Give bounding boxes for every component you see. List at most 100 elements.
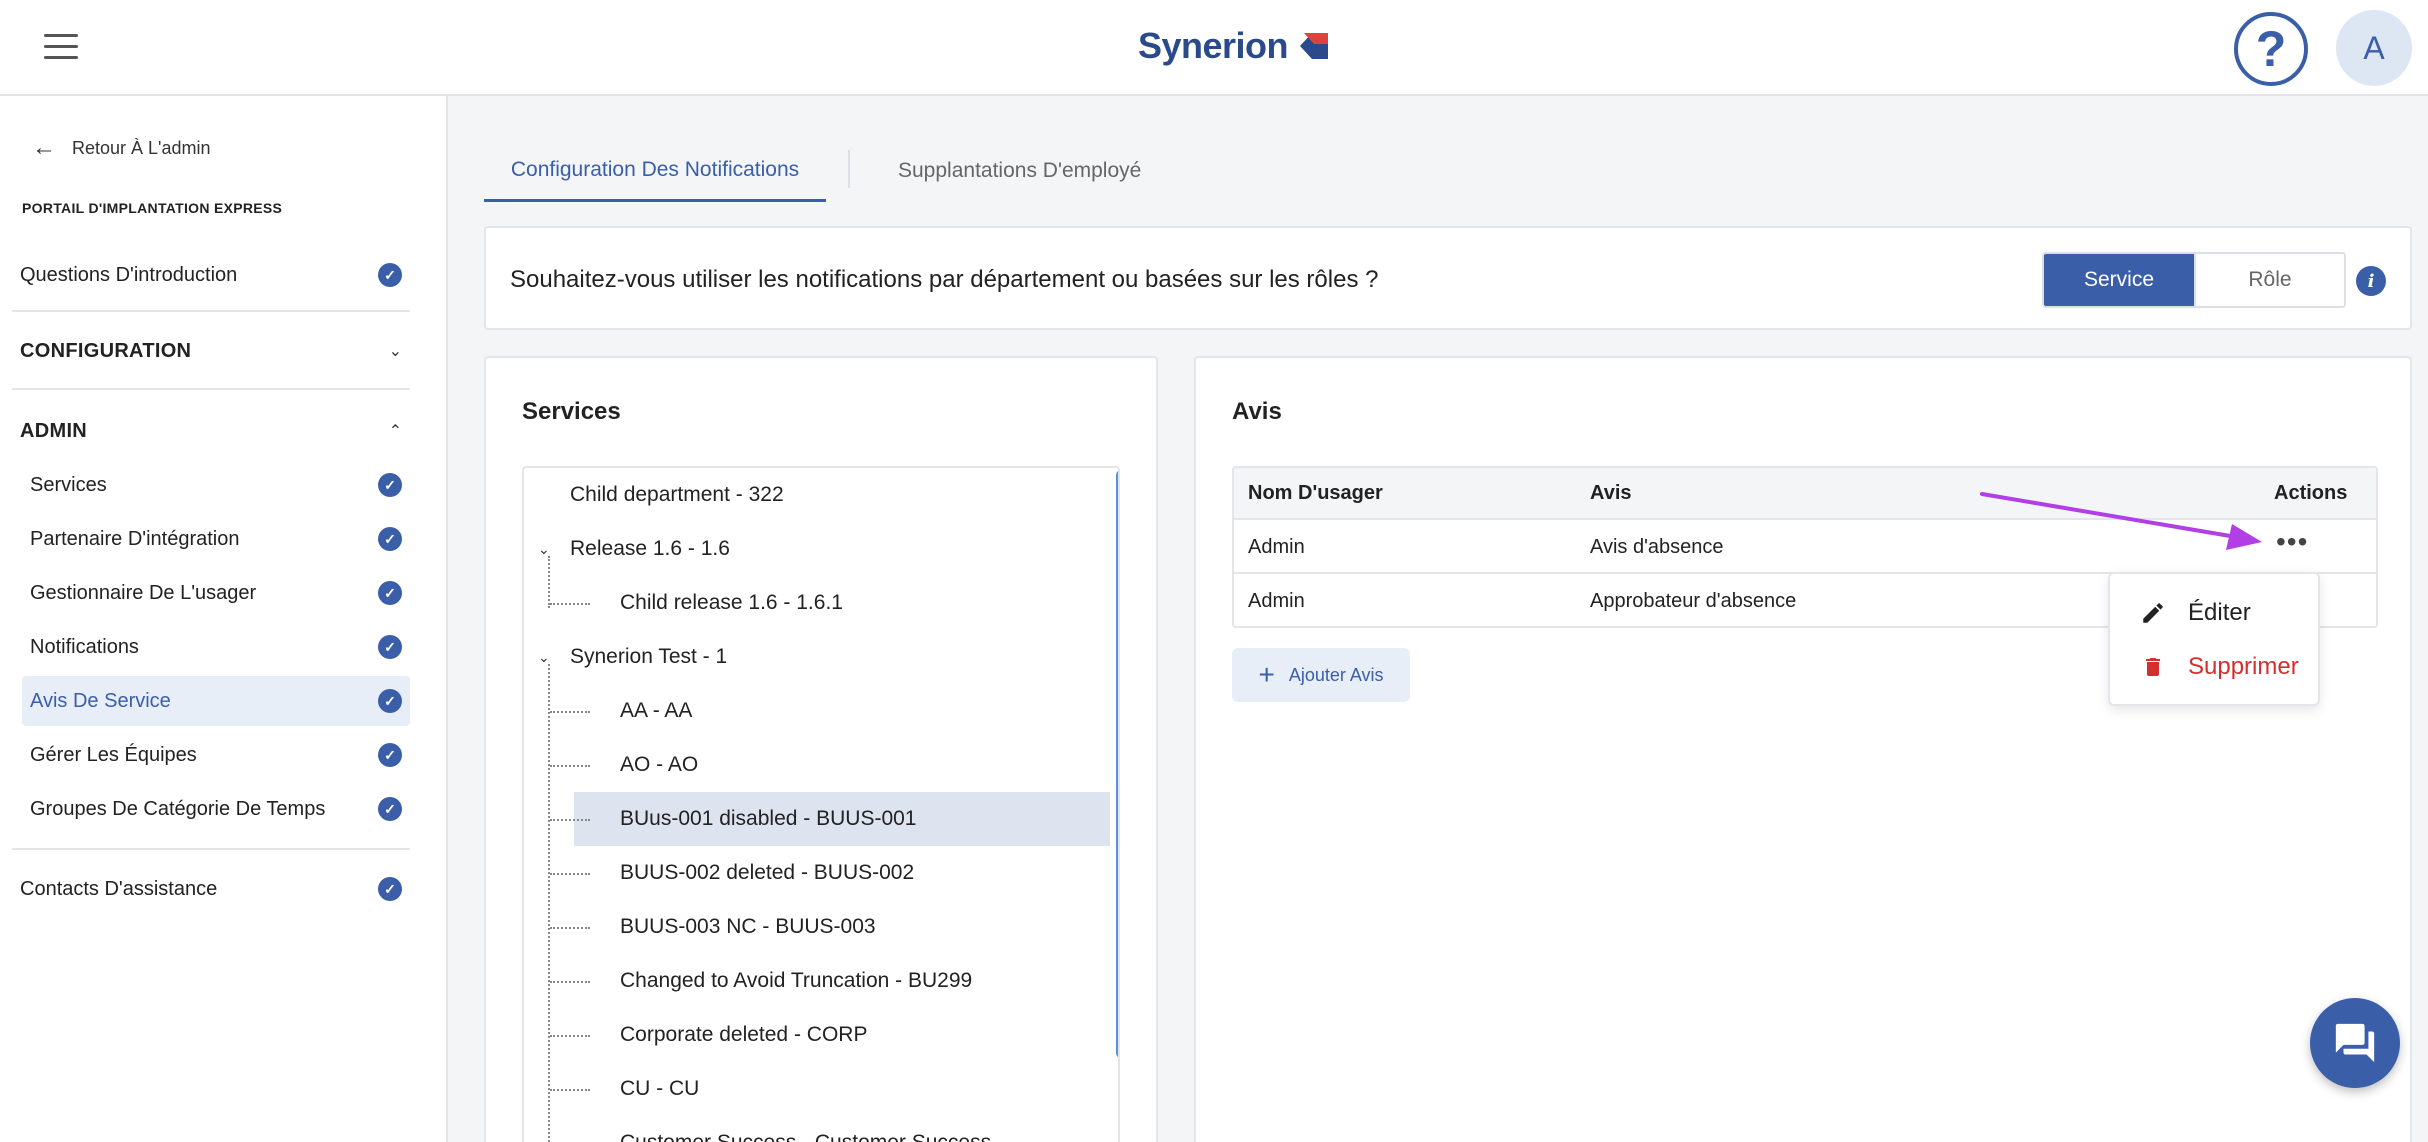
sidebar: ← Retour À L'admin PORTAIL D'IMPLANTATIO…	[0, 96, 448, 1142]
delete-menu-item[interactable]: Supprimer	[2110, 640, 2318, 694]
tree-connector	[550, 711, 590, 713]
info-icon[interactable]: i	[2356, 266, 2386, 296]
tree-item-label: Customer Success - Customer Success	[620, 1131, 991, 1142]
sidebar-item-user-manager[interactable]: Gestionnaire De L'usager ✓	[22, 568, 410, 618]
tree-item-label: Child department - 322	[570, 483, 784, 506]
chevron-up-icon: ⌃	[388, 423, 402, 440]
logo-flag-icon	[1294, 33, 1329, 59]
trash-icon	[2138, 652, 2168, 682]
check-circle-icon: ✓	[378, 263, 402, 287]
tab-employee-overrides[interactable]: Supplantations D'employé	[898, 140, 1141, 202]
logo-text: Synerion	[1138, 25, 1289, 66]
sidebar-item-label: Questions D'introduction	[20, 263, 238, 286]
top-bar: Synerion ? A	[0, 0, 2428, 96]
add-avis-button[interactable]: + Ajouter Avis	[1232, 648, 1410, 702]
delete-label: Supprimer	[2188, 653, 2299, 680]
arrow-left-icon: ←	[32, 134, 56, 161]
check-circle-icon: ✓	[378, 581, 402, 605]
chevron-down-icon[interactable]: ⌄	[538, 541, 550, 558]
tab-separator	[848, 150, 850, 188]
tree-item-label: CU - CU	[620, 1077, 700, 1100]
row-action-menu: Éditer Supprimer	[2108, 572, 2320, 706]
sidebar-item-services[interactable]: Services ✓	[22, 460, 410, 510]
sidebar-divider	[12, 388, 410, 390]
tree-connector	[550, 1089, 590, 1091]
tree-connector	[550, 603, 590, 605]
sidebar-item-notifications[interactable]: Notifications ✓	[22, 622, 410, 672]
tree-item[interactable]: Customer Success - Customer Success	[524, 1116, 1110, 1142]
check-circle-icon: ✓	[378, 635, 402, 659]
hamburger-menu-icon[interactable]	[44, 34, 78, 60]
sidebar-item-time-category-groups[interactable]: Groupes De Catégorie De Temps ✓	[22, 784, 410, 834]
sidebar-item-label: Gestionnaire De L'usager	[30, 581, 257, 604]
tree-item[interactable]: BUUS-003 NC - BUUS-003	[524, 900, 1110, 954]
tree-item-label: Child release 1.6 - 1.6.1	[620, 591, 843, 614]
tree-connector	[550, 927, 590, 929]
tree-item[interactable]: ⌄ Release 1.6 - 1.6	[524, 522, 1110, 576]
cell-avis: Avis d'absence	[1590, 536, 1724, 558]
more-actions-icon[interactable]: •••	[2276, 526, 2308, 558]
services-panel: Services Child department - 322 ⌄ Releas…	[484, 356, 1158, 1142]
tree-item[interactable]: ⌄ Synerion Test - 1	[524, 630, 1110, 684]
sidebar-item-service-notices[interactable]: Avis De Service ✓	[22, 676, 410, 726]
portal-title: PORTAIL D'IMPLANTATION EXPRESS	[22, 200, 283, 216]
check-circle-icon: ✓	[378, 689, 402, 713]
tree-item[interactable]: Child release 1.6 - 1.6.1	[524, 576, 1110, 630]
help-button[interactable]: ?	[2234, 12, 2308, 86]
tree-item[interactable]: Corporate deleted - CORP	[524, 1008, 1110, 1062]
chat-icon	[2335, 1023, 2375, 1063]
notification-mode-card: Souhaitez-vous utiliser les notification…	[484, 226, 2412, 330]
cell-user: Admin	[1248, 590, 1305, 612]
edit-menu-item[interactable]: Éditer	[2110, 586, 2318, 640]
column-actions: Actions	[2274, 482, 2348, 504]
pencil-icon	[2138, 598, 2168, 628]
avatar[interactable]: A	[2336, 10, 2412, 86]
sidebar-divider	[12, 310, 410, 312]
sidebar-item-intro-questions[interactable]: Questions D'introduction ✓	[12, 250, 410, 300]
tree-item-selected[interactable]: BUus-001 disabled - BUUS-001	[524, 792, 1110, 846]
cell-user: Admin	[1248, 536, 1305, 558]
check-circle-icon: ✓	[378, 527, 402, 551]
synerion-logo[interactable]: Synerion	[1138, 22, 1330, 70]
chat-button[interactable]	[2310, 998, 2400, 1088]
tree-item[interactable]: CU - CU	[524, 1062, 1110, 1116]
section-label: ADMIN	[20, 419, 88, 442]
cell-avis: Approbateur d'absence	[1590, 590, 1797, 612]
tree-item[interactable]: AO - AO	[524, 738, 1110, 792]
sidebar-section-configuration[interactable]: CONFIGURATION ⌄	[12, 326, 410, 376]
tree-connector	[550, 873, 590, 875]
mode-toggle: Service Rôle	[2042, 252, 2346, 308]
check-circle-icon: ✓	[378, 743, 402, 767]
services-tree: Child department - 322 ⌄ Release 1.6 - 1…	[522, 466, 1120, 1142]
tree-item[interactable]: Child department - 322	[524, 468, 1110, 522]
sidebar-item-label: Services	[30, 473, 107, 496]
check-circle-icon: ✓	[378, 797, 402, 821]
tree-item-label: Synerion Test - 1	[570, 645, 728, 668]
tree-item[interactable]: BUUS-002 deleted - BUUS-002	[524, 846, 1110, 900]
role-option-button[interactable]: Rôle	[2194, 254, 2344, 306]
back-to-admin-link[interactable]: ← Retour À L'admin	[32, 134, 211, 162]
tab-bar: Configuration Des Notifications Supplant…	[484, 140, 2414, 202]
sidebar-item-manage-teams[interactable]: Gérer Les Équipes ✓	[22, 730, 410, 780]
tab-notification-config[interactable]: Configuration Des Notifications	[484, 140, 826, 202]
tree-connector	[550, 1035, 590, 1037]
sidebar-section-admin[interactable]: ADMIN ⌃	[12, 406, 410, 456]
sidebar-item-support-contacts[interactable]: Contacts D'assistance ✓	[12, 864, 410, 914]
service-option-button[interactable]: Service	[2044, 254, 2194, 306]
back-label: Retour À L'admin	[72, 137, 211, 158]
tree-item[interactable]: Changed to Avoid Truncation - BU299	[524, 954, 1110, 1008]
chevron-down-icon[interactable]: ⌄	[538, 649, 550, 666]
tree-item-label: Release 1.6 - 1.6	[570, 537, 730, 560]
chevron-down-icon: ⌄	[388, 343, 402, 360]
sidebar-item-integration-partner[interactable]: Partenaire D'intégration ✓	[22, 514, 410, 564]
tree-scrollbar[interactable]	[1116, 470, 1118, 1058]
sidebar-divider	[12, 848, 410, 850]
sidebar-item-label: Groupes De Catégorie De Temps	[30, 797, 326, 820]
plus-icon: +	[1258, 659, 1275, 690]
tree-item-label: BUUS-003 NC - BUUS-003	[620, 915, 876, 938]
check-circle-icon: ✓	[378, 473, 402, 497]
tree-connector	[550, 765, 590, 767]
sidebar-item-label: Gérer Les Équipes	[30, 743, 197, 766]
avis-panel: Avis Nom D'usager Avis Actions Admin Avi…	[1194, 356, 2412, 1142]
tree-item[interactable]: AA - AA	[524, 684, 1110, 738]
